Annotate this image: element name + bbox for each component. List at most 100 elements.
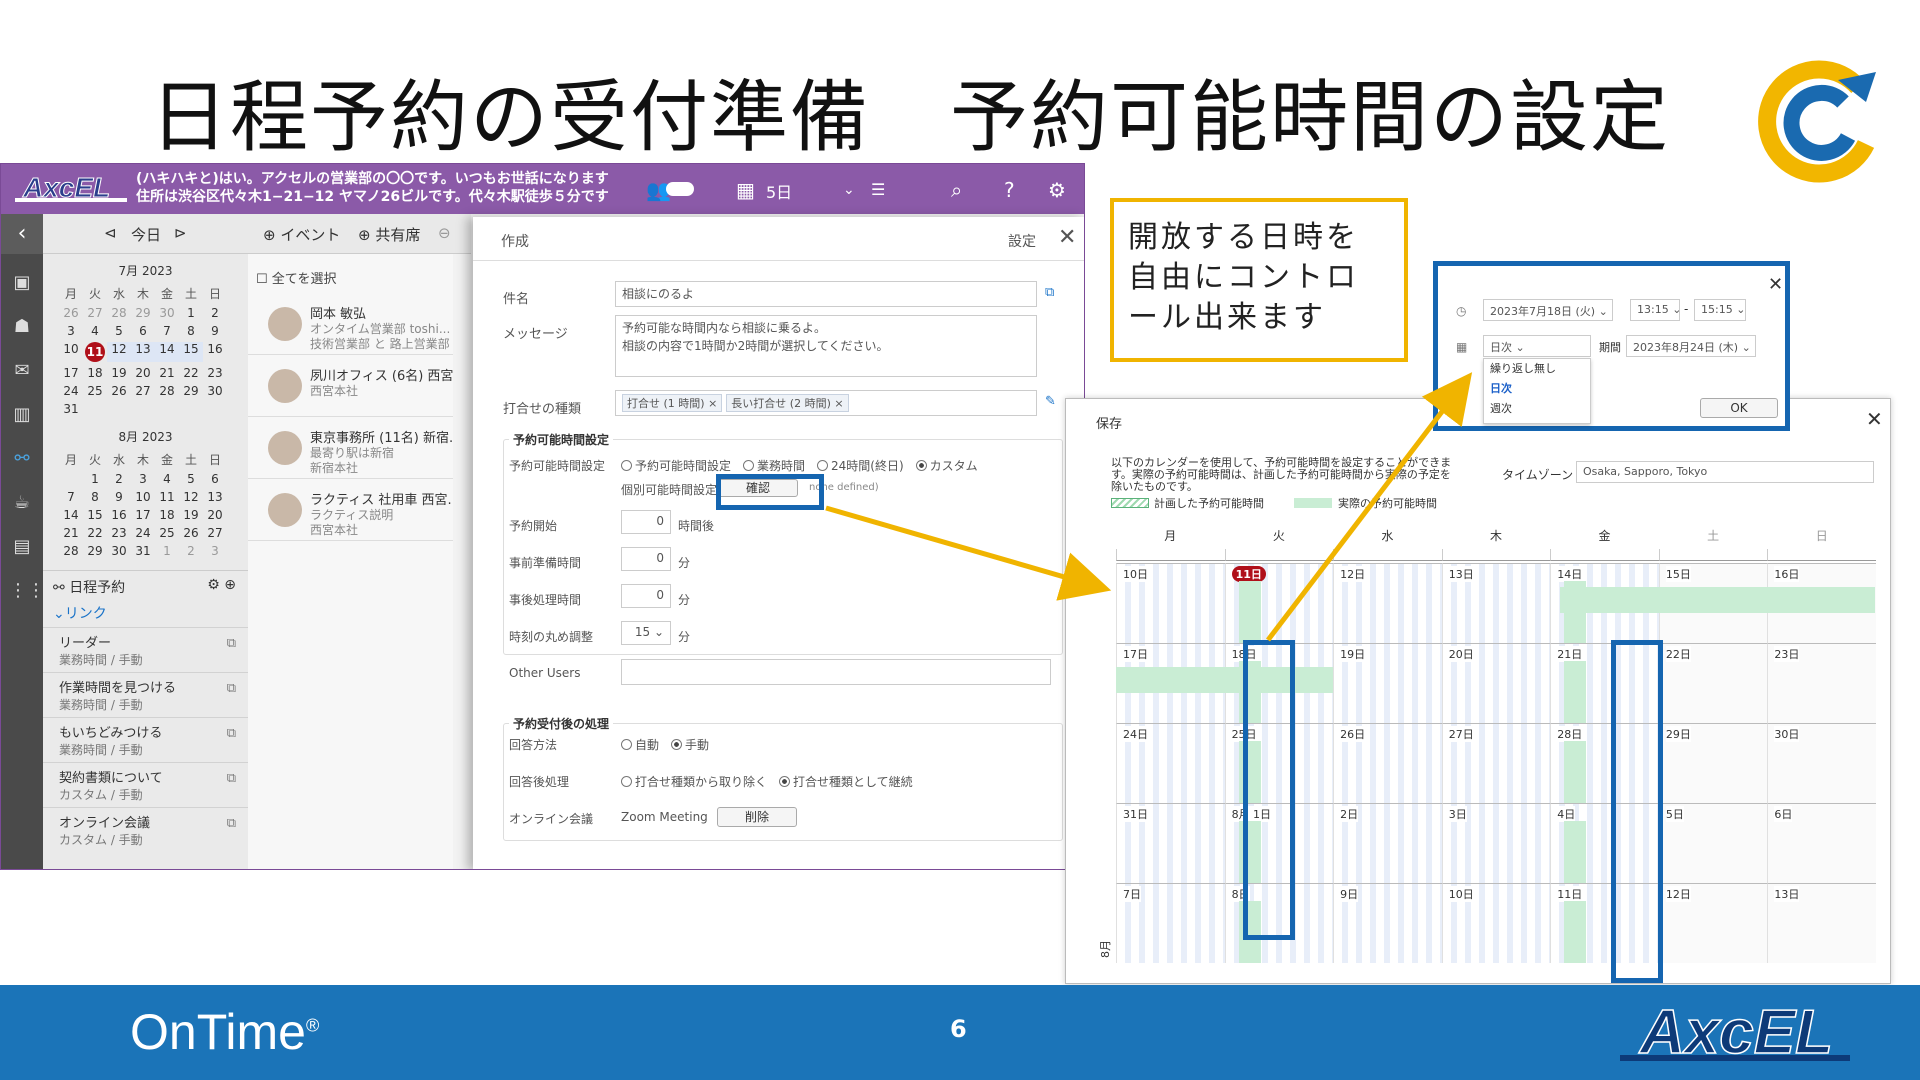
filter-icon[interactable]: ☰ <box>871 180 885 199</box>
back-icon[interactable]: ‹ <box>1 214 43 254</box>
day-cell[interactable]: 12 <box>107 342 131 362</box>
add-event-button[interactable]: ⊕ イベント <box>263 224 340 245</box>
calendar-day-cell[interactable]: 12日 <box>1333 563 1442 643</box>
start-time-select[interactable]: 13:15 ⌄ <box>1630 299 1680 321</box>
day-cell[interactable]: 28 <box>107 306 131 320</box>
day-cell[interactable]: 1 <box>179 306 203 320</box>
calendar-day-cell[interactable]: 10日 <box>1116 563 1225 643</box>
shared-seat-button[interactable]: ⊕ 共有席 <box>358 224 420 245</box>
days-selector[interactable]: 5日 <box>766 179 792 203</box>
day-cell[interactable]: 31 <box>131 544 155 558</box>
answer-options[interactable]: 自動 手動 <box>621 736 721 753</box>
day-cell[interactable]: 2 <box>179 544 203 558</box>
day-cell[interactable]: 4 <box>155 472 179 486</box>
day-cell[interactable]: 10 <box>131 490 155 504</box>
day-cell[interactable]: 10 <box>59 342 83 362</box>
repeat-option[interactable]: 日次 <box>1490 379 1590 399</box>
day-cell[interactable]: 11 <box>83 342 107 362</box>
day-cell[interactable] <box>59 472 83 486</box>
day-cell[interactable]: 5 <box>107 324 131 338</box>
calendar-day-cell[interactable]: 10日 <box>1441 883 1551 963</box>
gear-icon[interactable]: ⚙ <box>1048 178 1066 202</box>
day-cell[interactable]: 23 <box>107 526 131 540</box>
links-toggle[interactable]: ⌄リンク <box>43 601 248 627</box>
day-cell[interactable]: 21 <box>59 526 83 540</box>
notice-nav-icon[interactable]: ▤ <box>9 536 35 562</box>
other-users-input[interactable] <box>621 659 1051 685</box>
select-all-checkbox[interactable]: ☐ 全てを選択 <box>248 254 453 293</box>
day-cell[interactable]: 26 <box>107 384 131 398</box>
post-answer-options[interactable]: 打合せ種類から取り除く 打合せ種類として継続 <box>621 773 925 790</box>
copy-icon[interactable]: ⧉ <box>1045 285 1054 300</box>
date-select[interactable]: 2023年7月18日 (火) ⌄ <box>1483 299 1613 321</box>
radio-option[interactable]: カスタム <box>915 459 978 473</box>
copy-link-icon[interactable]: ⧉ <box>227 636 236 651</box>
day-cell[interactable]: 19 <box>179 508 203 522</box>
day-cell[interactable]: 27 <box>203 526 227 540</box>
delete-button[interactable]: 削除 <box>717 807 797 827</box>
day-cell[interactable] <box>155 402 179 416</box>
scheduler-link[interactable]: もいちどみつける 業務時間 / 手動 ⧉ <box>43 717 248 762</box>
scheduler-link[interactable]: オンライン会議 カスタム / 手動 ⧉ <box>43 807 248 852</box>
calendar-day-cell[interactable]: 23日 <box>1767 643 1876 723</box>
calendar-day-cell[interactable]: 29日 <box>1658 723 1768 803</box>
day-cell[interactable]: 9 <box>203 324 227 338</box>
end-time-select[interactable]: 15:15 ⌄ <box>1694 299 1746 321</box>
day-cell[interactable]: 22 <box>83 526 107 540</box>
radio-option[interactable]: 24時間(終日) <box>817 459 904 473</box>
radio-option[interactable]: 業務時間 <box>743 459 805 473</box>
meeting-type-chip[interactable]: 長い打合せ (2 時間) × <box>726 394 849 412</box>
prep-input[interactable]: 0 <box>621 547 671 571</box>
day-cell[interactable]: 30 <box>107 544 131 558</box>
calendar-day-cell[interactable]: 30日 <box>1767 723 1876 803</box>
chevron-down-icon[interactable]: ⌄ <box>843 182 855 198</box>
post-input[interactable]: 0 <box>621 584 671 608</box>
day-cell[interactable]: 23 <box>203 366 227 380</box>
day-cell[interactable]: 15 <box>179 342 203 362</box>
calendar-day-cell[interactable]: 22日 <box>1658 643 1768 723</box>
person-item[interactable]: 東京事務所 (11名) 新宿... 最寄り駅は新宿 新宿本社 <box>248 417 453 479</box>
calendar-nav-icon[interactable]: ▣ <box>9 272 35 298</box>
radio-icon[interactable] <box>915 460 927 471</box>
day-cell[interactable]: 3 <box>59 324 83 338</box>
copy-link-icon[interactable]: ⧉ <box>227 816 236 831</box>
day-cell[interactable]: 20 <box>131 366 155 380</box>
day-cell[interactable]: 14 <box>155 342 179 362</box>
scheduler-link[interactable]: 作業時間を見つける 業務時間 / 手動 ⧉ <box>43 672 248 717</box>
calendar-day-cell[interactable]: 9日 <box>1333 883 1442 963</box>
message-textarea[interactable]: 予約可能な時間内なら相談に乗るよ。 相談の内容で1時間か2時間が選択してください。 <box>615 315 1037 377</box>
day-cell[interactable]: 17 <box>131 508 155 522</box>
calendar-day-cell[interactable]: 13日 <box>1441 563 1551 643</box>
calendar-day-cell[interactable]: 20日 <box>1441 643 1551 723</box>
calendar-day-cell[interactable]: 31日 <box>1116 803 1225 883</box>
day-cell[interactable]: 27 <box>131 384 155 398</box>
repeat-select[interactable]: 日次 ⌄ <box>1483 335 1591 357</box>
day-cell[interactable]: 3 <box>203 544 227 558</box>
prev-icon[interactable]: ⊲ <box>104 224 117 242</box>
day-cell[interactable]: 21 <box>155 366 179 380</box>
settings-link[interactable]: 設定 <box>1008 231 1036 251</box>
day-cell[interactable]: 15 <box>83 508 107 522</box>
radio-option[interactable]: 予約可能時間設定 <box>621 459 731 473</box>
scheduler-settings-icon[interactable]: ⚙ ⊕ <box>207 577 236 593</box>
day-cell[interactable]: 31 <box>59 402 83 416</box>
day-cell[interactable]: 13 <box>203 490 227 504</box>
radio-option[interactable]: 打合せ種類から取り除く <box>621 775 767 789</box>
round-select[interactable]: 15 ⌄ <box>621 621 671 645</box>
repeat-option[interactable]: 週次 <box>1490 399 1590 419</box>
close-icon[interactable]: ✕ <box>1866 407 1883 431</box>
save-label[interactable]: 保存 <box>1096 413 1122 432</box>
day-cell[interactable]: 24 <box>59 384 83 398</box>
person-item[interactable]: 岡本 敏弘 オンタイム営業部 toshi... 技術営業部 と 路上営業部 <box>248 293 453 355</box>
day-cell[interactable]: 30 <box>203 384 227 398</box>
day-cell[interactable]: 4 <box>83 324 107 338</box>
start-input[interactable]: 0 <box>621 510 671 534</box>
repeat-option[interactable]: 繰り返し無し <box>1490 359 1590 379</box>
radio-option[interactable]: 打合せ種類として継続 <box>779 775 913 789</box>
radio-icon[interactable] <box>621 776 632 787</box>
calendar-day-cell[interactable]: 27日 <box>1441 723 1551 803</box>
day-cell[interactable]: 12 <box>179 490 203 504</box>
scheduler-link[interactable]: リーダー 業務時間 / 手動 ⧉ <box>43 627 248 672</box>
day-cell[interactable]: 29 <box>179 384 203 398</box>
day-cell[interactable]: 18 <box>155 508 179 522</box>
